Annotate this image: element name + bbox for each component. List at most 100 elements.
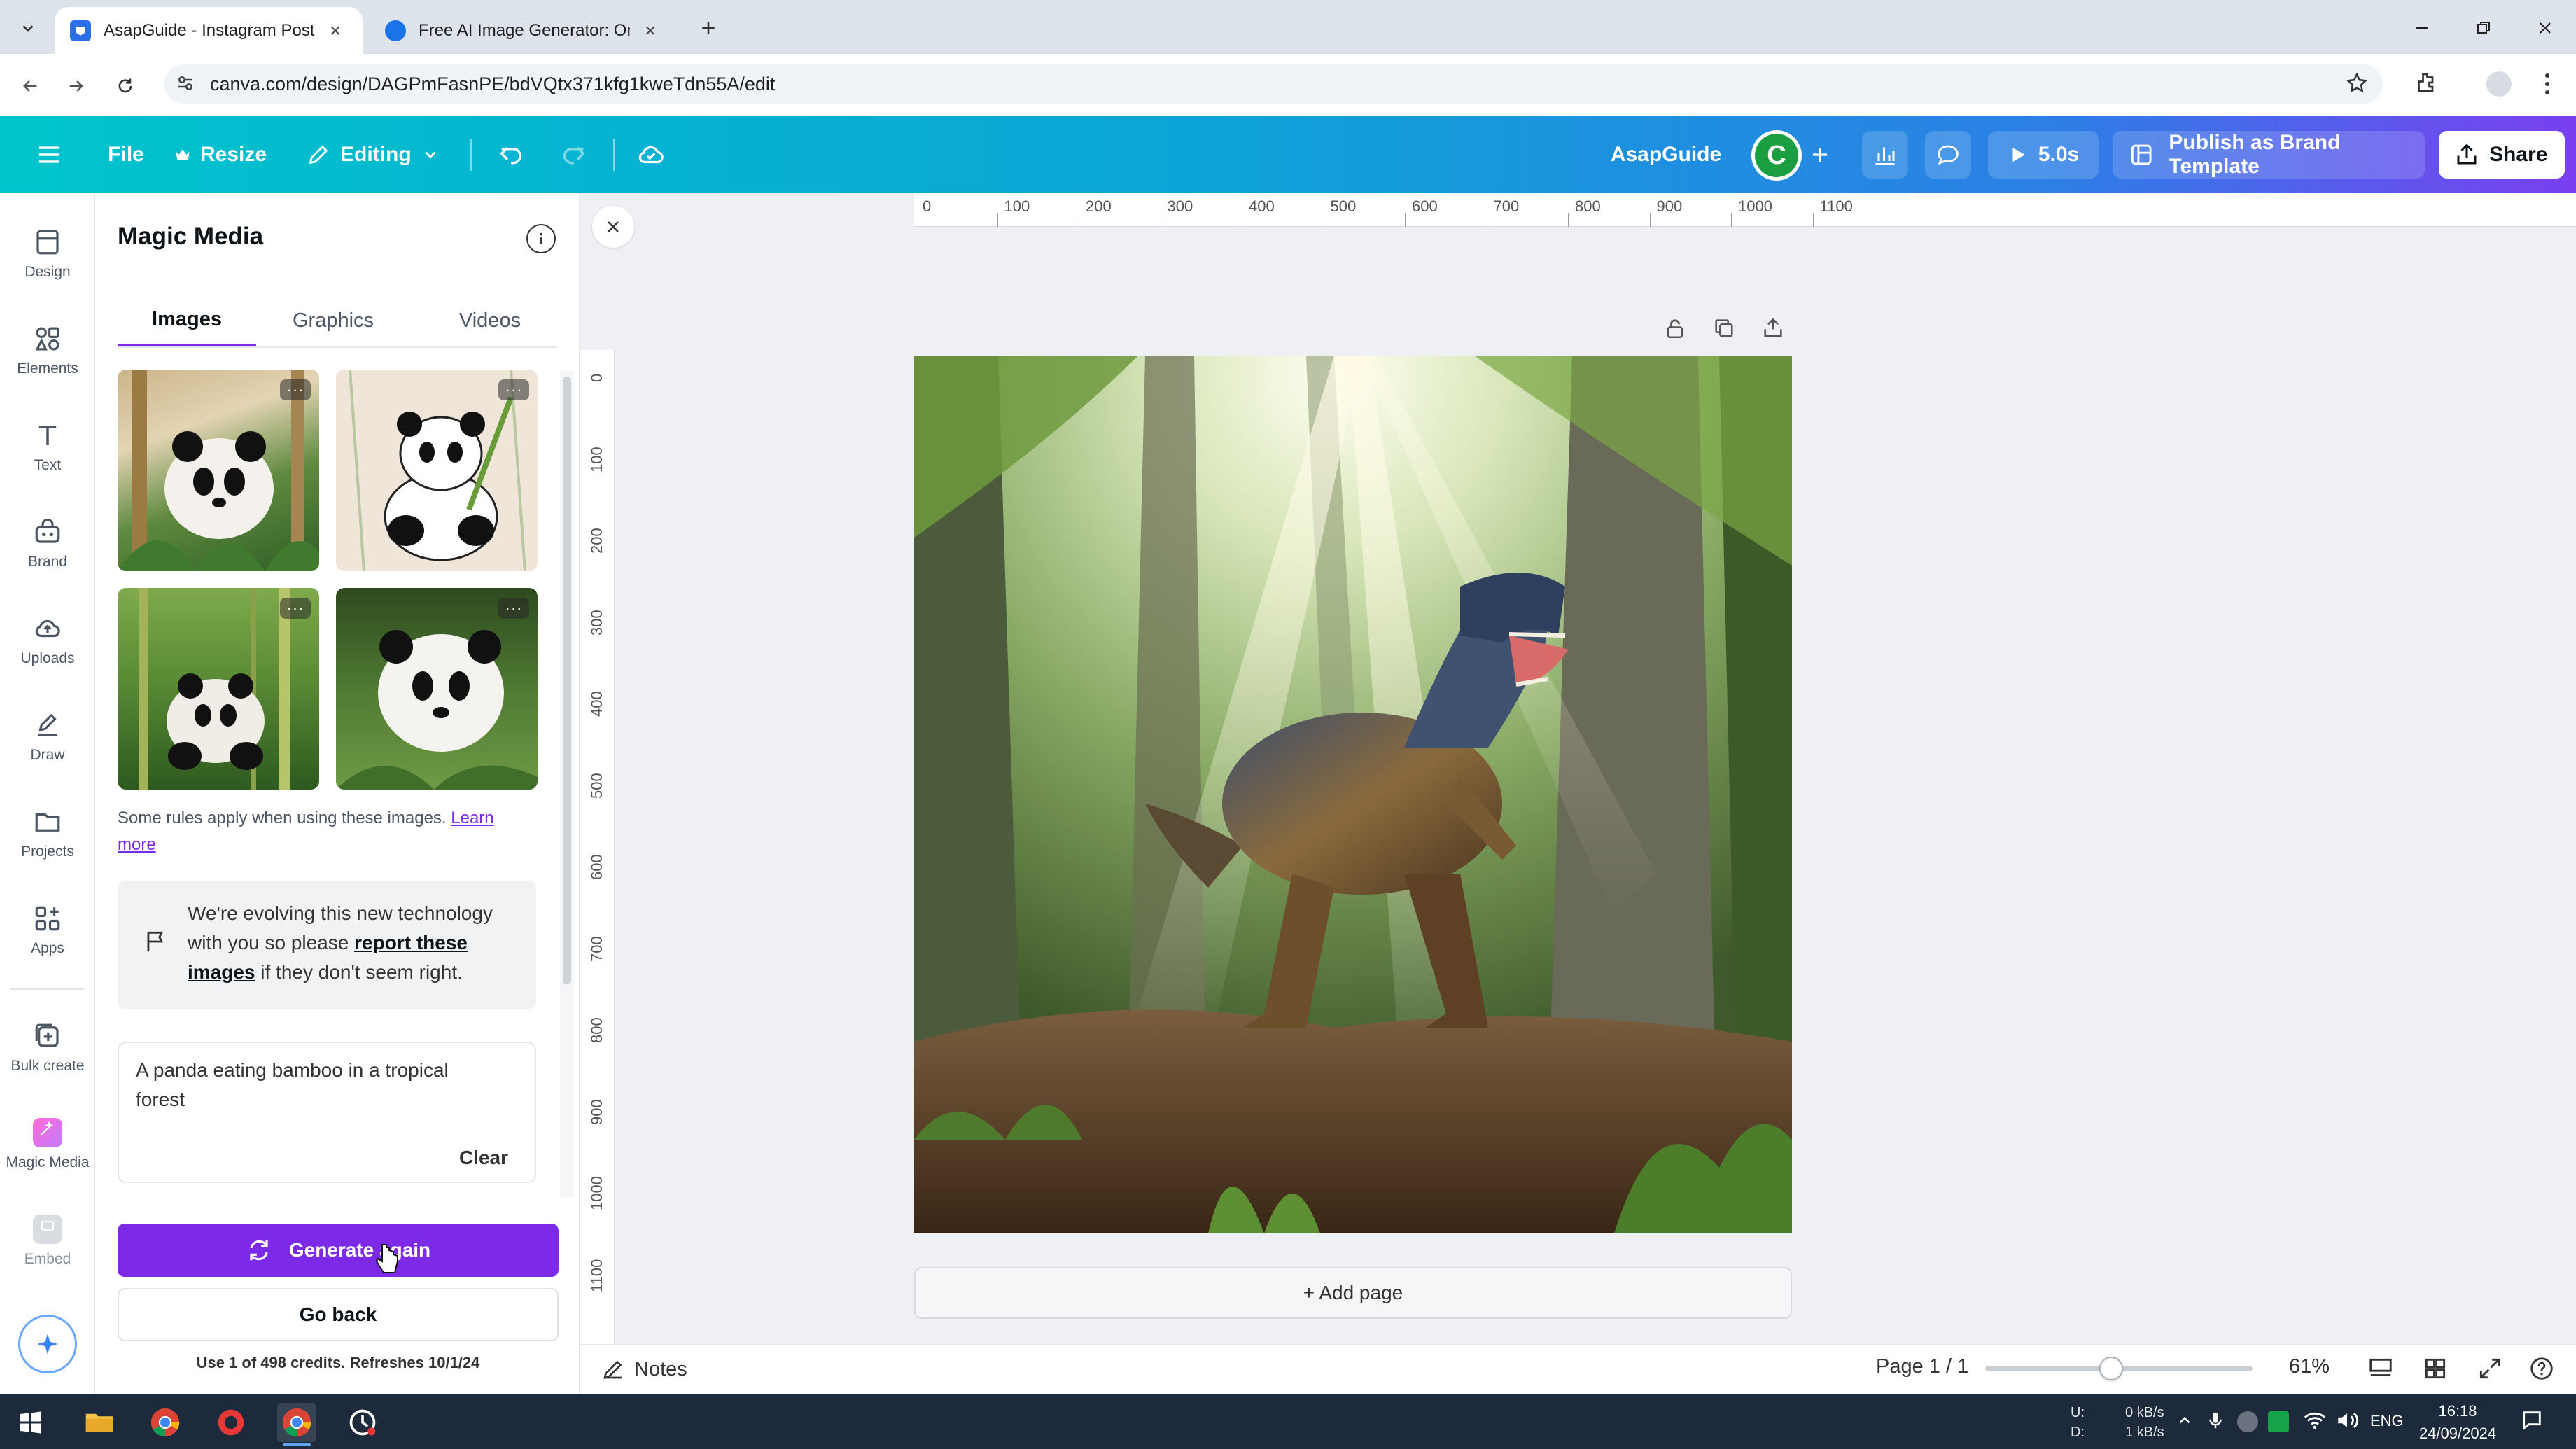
project-name[interactable]: AsapGuide	[1610, 131, 1722, 178]
thumbnail-more-button[interactable]: ···	[498, 598, 529, 619]
zoom-slider-knob[interactable]	[2099, 1357, 2123, 1380]
wifi-icon[interactable]	[2303, 1408, 2328, 1434]
present-button[interactable]: 5.0s	[1988, 131, 2099, 178]
new-tab-button[interactable]: +	[693, 13, 724, 43]
volume-icon[interactable]	[2335, 1408, 2360, 1434]
tray-app-icon[interactable]	[2268, 1411, 2289, 1432]
browser-tab[interactable]: Free AI Image Generator: Onlin ×	[370, 7, 678, 54]
reload-button[interactable]	[108, 69, 143, 104]
profile-avatar[interactable]	[2486, 71, 2512, 97]
design-page[interactable]	[914, 356, 1792, 1233]
prompt-textarea[interactable]: A panda eating bamboo in a tropical fore…	[118, 1042, 536, 1183]
bookmark-star-icon[interactable]	[2345, 71, 2370, 97]
flag-icon	[143, 928, 171, 956]
rail-item-elements[interactable]: Elements	[0, 302, 95, 399]
restore-button[interactable]	[2463, 13, 2505, 43]
generated-image-thumbnail[interactable]: ···	[336, 370, 538, 571]
add-page-icon[interactable]	[1761, 316, 1788, 343]
ruler-tick-label: 600	[588, 854, 606, 880]
resize-button[interactable]: Resize	[174, 131, 279, 178]
back-button[interactable]	[13, 69, 48, 104]
close-tab-icon[interactable]: ×	[323, 19, 347, 43]
grid-view-icon[interactable]	[2422, 1355, 2450, 1383]
close-tab-icon[interactable]: ×	[638, 19, 662, 43]
go-back-button[interactable]: Go back	[118, 1288, 559, 1341]
file-explorer-icon[interactable]	[80, 1403, 119, 1442]
generated-image-thumbnail[interactable]: ···	[336, 588, 538, 790]
cloud-save-status[interactable]	[630, 131, 672, 178]
page-indicator[interactable]: Page 1 / 1	[1876, 1355, 1968, 1378]
site-info-icon[interactable]	[175, 73, 199, 97]
page-view-icon[interactable]	[2367, 1355, 2395, 1383]
topbar-divider	[470, 139, 472, 171]
tray-chevron-up-icon[interactable]	[2176, 1411, 2197, 1432]
ruler-tick-label: 0	[588, 373, 606, 382]
rail-item-bulk-create[interactable]: Bulk create	[0, 1000, 95, 1096]
share-button[interactable]: Share	[2439, 131, 2565, 178]
clock[interactable]: 16:18 24/09/2024	[2412, 1400, 2503, 1445]
main-menu-button[interactable]	[27, 131, 71, 178]
close-window-button[interactable]	[2524, 13, 2566, 43]
tab-images[interactable]: Images	[118, 294, 256, 347]
clear-button[interactable]: Clear	[459, 1147, 508, 1169]
lock-element-icon[interactable]	[1663, 316, 1690, 343]
rail-item-embed[interactable]: Embed	[0, 1193, 95, 1289]
panel-scrollbar[interactable]	[560, 371, 574, 1197]
zoom-level[interactable]: 61%	[2289, 1355, 2330, 1378]
minimize-button[interactable]	[2401, 13, 2443, 43]
editing-mode-dropdown[interactable]: Editing	[307, 131, 447, 178]
scrollbar-thumb[interactable]	[563, 377, 571, 984]
help-icon[interactable]	[2528, 1355, 2556, 1383]
forward-button[interactable]	[59, 69, 94, 104]
undo-button[interactable]	[490, 131, 532, 178]
media-app-icon[interactable]	[211, 1403, 251, 1442]
rail-item-magic-media[interactable]: Magic Media	[0, 1096, 95, 1193]
generated-image-thumbnail[interactable]: ···	[118, 588, 319, 790]
share-upload-icon	[2457, 144, 2477, 164]
file-menu-button[interactable]: File	[97, 131, 155, 178]
fullscreen-icon[interactable]	[2477, 1355, 2505, 1383]
add-page-button[interactable]: + Add page	[914, 1267, 1792, 1319]
browser-tab-active[interactable]: AsapGuide - Instagram Post ×	[55, 7, 363, 54]
clock-time: 16:18	[2438, 1402, 2477, 1420]
chrome-icon[interactable]	[146, 1403, 185, 1442]
notification-center-icon[interactable]	[2520, 1408, 2547, 1435]
redo-button[interactable]	[553, 131, 595, 178]
add-collaborator-button[interactable]	[1802, 131, 1838, 178]
close-panel-button[interactable]	[592, 206, 634, 248]
tab-videos[interactable]: Videos	[420, 294, 560, 347]
tab-graphics[interactable]: Graphics	[263, 294, 403, 347]
rail-item-projects[interactable]: Projects	[0, 785, 95, 882]
collaborator-avatar[interactable]: C	[1751, 130, 1802, 181]
generated-image-thumbnail[interactable]: ···	[118, 370, 319, 571]
chrome-active-icon[interactable]	[277, 1403, 316, 1442]
start-button[interactable]	[11, 1403, 50, 1442]
browser-menu-icon[interactable]	[2537, 71, 2558, 97]
tab-search-button[interactable]	[14, 14, 42, 42]
magic-assistant-button[interactable]	[18, 1315, 77, 1373]
rail-item-uploads[interactable]: Uploads	[0, 592, 95, 689]
microphone-icon[interactable]	[2205, 1410, 2229, 1434]
site-favicon-icon	[385, 20, 406, 41]
language-indicator[interactable]: ENG	[2370, 1412, 2404, 1430]
comments-button[interactable]	[1925, 131, 1971, 178]
rail-item-brand[interactable]: Brand	[0, 496, 95, 592]
rail-item-text[interactable]: Text	[0, 399, 95, 496]
extensions-icon[interactable]	[2414, 70, 2442, 98]
recorder-app-icon[interactable]	[343, 1403, 382, 1442]
thumbnail-more-button[interactable]: ···	[280, 598, 311, 619]
rail-item-apps[interactable]: Apps	[0, 882, 95, 979]
thumbnail-more-button[interactable]: ···	[280, 379, 311, 400]
publish-brand-template-button[interactable]: Publish as Brand Template	[2113, 131, 2425, 178]
duplicate-page-icon[interactable]	[1712, 316, 1739, 343]
rail-label: Embed	[24, 1251, 71, 1267]
tray-app-icon[interactable]	[2237, 1411, 2258, 1432]
rail-item-draw[interactable]: Draw	[0, 689, 95, 785]
info-button[interactable]	[526, 224, 556, 253]
insights-button[interactable]	[1862, 131, 1908, 178]
rail-item-design[interactable]: Design	[0, 206, 95, 302]
generate-again-button[interactable]: Generate again	[118, 1224, 559, 1277]
address-bar[interactable]: canva.com/design/DAGPmFasnPE/bdVQtx371kf…	[164, 64, 2383, 104]
thumbnail-more-button[interactable]: ···	[498, 379, 529, 400]
notes-button[interactable]: Notes	[601, 1352, 687, 1386]
